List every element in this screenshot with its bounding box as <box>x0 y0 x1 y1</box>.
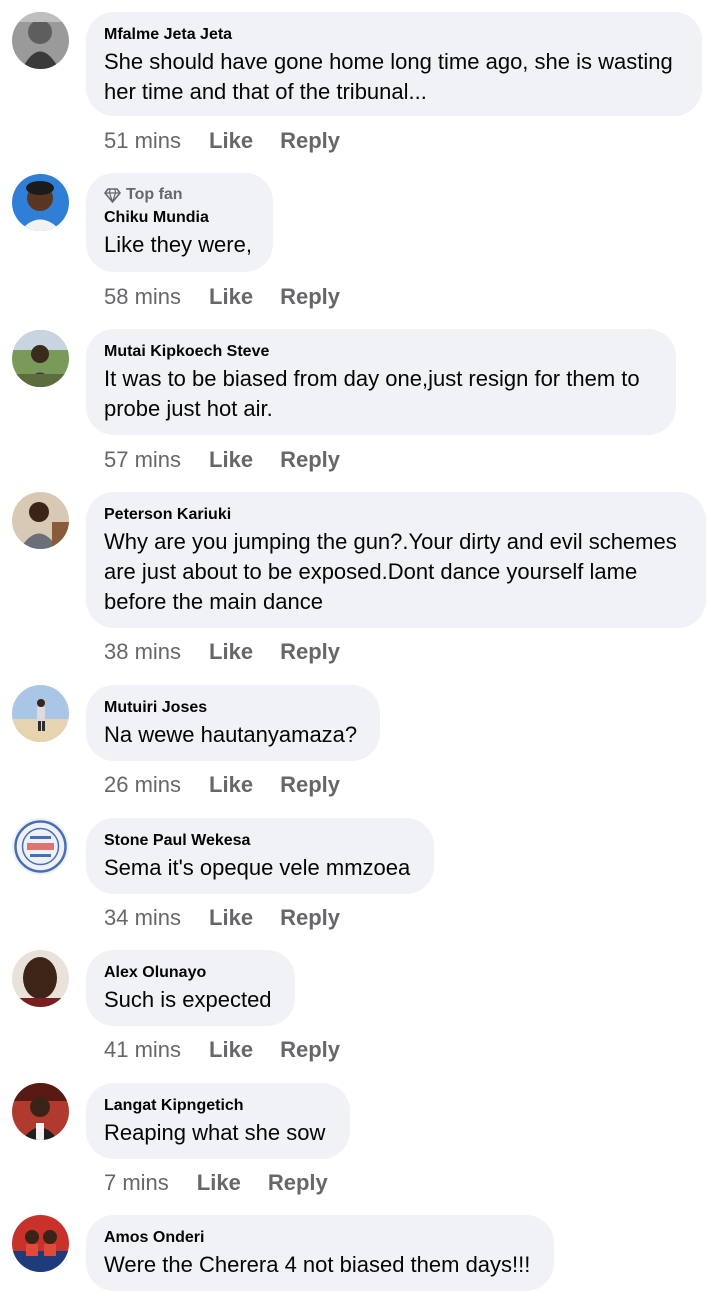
comment-author[interactable]: Mutai Kipkoech Steve <box>104 342 658 362</box>
comment-timestamp[interactable]: 38 mins <box>104 639 181 665</box>
comment-author[interactable]: Chiku Mundia <box>104 208 255 228</box>
comment-author[interactable]: Peterson Kariuki <box>104 505 688 525</box>
comment-bubble: Stone Paul Wekesa Sema it's opeque vele … <box>86 818 434 894</box>
avatar[interactable] <box>12 330 69 387</box>
comment-text: Na wewe hautanyamaza? <box>104 722 358 747</box>
like-button[interactable]: Like <box>209 284 253 310</box>
reply-button[interactable]: Reply <box>280 772 340 798</box>
comment-text: She should have gone home long time ago,… <box>104 49 673 104</box>
reply-button[interactable]: Reply <box>280 1037 340 1063</box>
avatar[interactable] <box>12 492 69 549</box>
comment-bubble: Mutuiri Joses Na wewe hautanyamaza? <box>86 685 380 761</box>
comment-text: Why are you jumping the gun?.Your dirty … <box>104 529 677 614</box>
like-button[interactable]: Like <box>209 1037 253 1063</box>
avatar[interactable] <box>12 174 69 231</box>
top-fan-label: Top fan <box>126 186 183 203</box>
comment-author[interactable]: Langat Kipngetich <box>104 1096 332 1116</box>
avatar[interactable] <box>12 950 69 1007</box>
comment-bubble: Top fan Chiku Mundia Like they were, <box>86 173 273 272</box>
reply-button[interactable]: Reply <box>280 284 340 310</box>
like-button[interactable]: Like <box>209 447 253 473</box>
comment-bubble: Amos Onderi Were the Cherera 4 not biase… <box>86 1215 554 1291</box>
reply-button[interactable]: Reply <box>280 447 340 473</box>
avatar[interactable] <box>12 1215 69 1272</box>
avatar[interactable] <box>12 1083 69 1140</box>
like-button[interactable]: Like <box>209 639 253 665</box>
comment-timestamp[interactable]: 58 mins <box>104 284 181 310</box>
avatar[interactable] <box>12 818 69 875</box>
comment-bubble: Langat Kipngetich Reaping what she sow <box>86 1083 350 1159</box>
reply-button[interactable]: Reply <box>280 128 340 154</box>
comment-text: It was to be biased from day one,just re… <box>104 366 640 421</box>
reply-button[interactable]: Reply <box>268 1170 328 1196</box>
comment-actions: 41 mins Like Reply <box>104 1037 340 1063</box>
comment-bubble: Mfalme Jeta Jeta She should have gone ho… <box>86 12 702 116</box>
comment-text: Like they were, <box>104 232 252 257</box>
avatar[interactable] <box>12 685 69 742</box>
comment-timestamp[interactable]: 7 mins <box>104 1170 169 1196</box>
comment-timestamp[interactable]: 26 mins <box>104 772 181 798</box>
like-button[interactable]: Like <box>197 1170 241 1196</box>
comment-timestamp[interactable]: 51 mins <box>104 128 181 154</box>
comment-author[interactable]: Alex Olunayo <box>104 963 277 983</box>
comment-bubble: Mutai Kipkoech Steve It was to be biased… <box>86 329 676 435</box>
like-button[interactable]: Like <box>209 128 253 154</box>
comment-text: Sema it's opeque vele mmzoea <box>104 855 411 880</box>
comment-timestamp[interactable]: 57 mins <box>104 447 181 473</box>
comment-actions: 51 mins Like Reply <box>104 128 340 154</box>
comment-author[interactable]: Stone Paul Wekesa <box>104 831 416 851</box>
comment-text: Were the Cherera 4 not biased them days!… <box>104 1252 531 1277</box>
avatar[interactable] <box>12 12 69 69</box>
comment-bubble: Alex Olunayo Such is expected <box>86 950 295 1026</box>
comment-actions: 57 mins Like Reply <box>104 447 340 473</box>
reply-button[interactable]: Reply <box>280 639 340 665</box>
like-button[interactable]: Like <box>209 772 253 798</box>
comment-author[interactable]: Amos Onderi <box>104 1228 536 1248</box>
comment-actions: 58 mins Like Reply <box>104 284 340 310</box>
comment-timestamp[interactable]: 41 mins <box>104 1037 181 1063</box>
comment-timestamp[interactable]: 34 mins <box>104 905 181 931</box>
comment-author[interactable]: Mutuiri Joses <box>104 698 362 718</box>
comment-text: Such is expected <box>104 987 272 1012</box>
comment-bubble: Peterson Kariuki Why are you jumping the… <box>86 492 706 628</box>
comment-actions: 34 mins Like Reply <box>104 905 340 931</box>
comment-actions: 26 mins Like Reply <box>104 772 340 798</box>
comment-text: Reaping what she sow <box>104 1120 326 1145</box>
like-button[interactable]: Like <box>209 905 253 931</box>
top-fan-badge: Top fan <box>104 185 255 205</box>
diamond-icon <box>104 187 121 203</box>
comment-actions: 38 mins Like Reply <box>104 639 340 665</box>
comment-author[interactable]: Mfalme Jeta Jeta <box>104 25 684 45</box>
comment-actions: 7 mins Like Reply <box>104 1170 328 1196</box>
reply-button[interactable]: Reply <box>280 905 340 931</box>
